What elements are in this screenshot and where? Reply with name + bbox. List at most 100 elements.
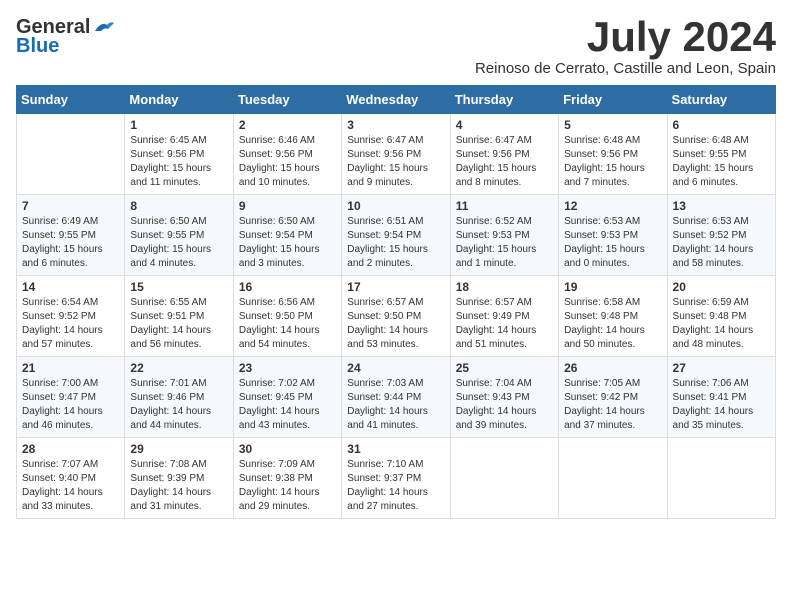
- weekday-header-monday: Monday: [125, 86, 233, 114]
- calendar-day-8: 8 Sunrise: 6:50 AM Sunset: 9:55 PM Daylig…: [125, 195, 233, 276]
- day-info: Sunrise: 6:45 AM Sunset: 9:56 PM Dayligh…: [130, 134, 227, 190]
- day-info: Sunrise: 6:58 AM Sunset: 9:48 PM Dayligh…: [564, 296, 661, 352]
- month-title: July 2024: [475, 16, 776, 58]
- calendar-table: SundayMondayTuesdayWednesdayThursdayFrid…: [16, 85, 776, 519]
- day-number: 30: [239, 442, 336, 456]
- day-number: 21: [22, 361, 119, 375]
- calendar-day-26: 26Sunrise: 7:05 AM Sunset: 9:42 PM Dayli…: [559, 357, 667, 438]
- day-number: 10: [347, 199, 444, 213]
- day-number: 6: [673, 118, 770, 132]
- day-number: 31: [347, 442, 444, 456]
- day-info: Sunrise: 7:02 AM Sunset: 9:45 PM Dayligh…: [239, 377, 336, 433]
- weekday-header-friday: Friday: [559, 86, 667, 114]
- day-info: Sunrise: 7:01 AM Sunset: 9:46 PM Dayligh…: [130, 377, 227, 433]
- day-number: 17: [347, 280, 444, 294]
- day-number: 8: [130, 199, 227, 213]
- calendar-week-1: 1Sunrise: 6:45 AM Sunset: 9:56 PM Daylig…: [17, 114, 776, 195]
- calendar-empty-cell: [450, 438, 558, 519]
- day-info: Sunrise: 6:51 AM Sunset: 9:54 PM Dayligh…: [347, 215, 444, 271]
- day-info: Sunrise: 7:08 AM Sunset: 9:39 PM Dayligh…: [130, 458, 227, 514]
- calendar-day-1: 1Sunrise: 6:45 AM Sunset: 9:56 PM Daylig…: [125, 114, 233, 195]
- logo-blue: Blue: [16, 35, 59, 58]
- day-number: 29: [130, 442, 227, 456]
- calendar-week-3: 14Sunrise: 6:54 AM Sunset: 9:52 PM Dayli…: [17, 276, 776, 357]
- day-number: 24: [347, 361, 444, 375]
- day-info: Sunrise: 6:57 AM Sunset: 9:49 PM Dayligh…: [456, 296, 553, 352]
- day-info: Sunrise: 6:47 AM Sunset: 9:56 PM Dayligh…: [456, 134, 553, 190]
- day-number: 19: [564, 280, 661, 294]
- day-info: Sunrise: 7:00 AM Sunset: 9:47 PM Dayligh…: [22, 377, 119, 433]
- calendar-day-3: 3Sunrise: 6:47 AM Sunset: 9:56 PM Daylig…: [342, 114, 450, 195]
- calendar-day-23: 23 Sunrise: 7:02 AM Sunset: 9:45 PM Dayli…: [233, 357, 341, 438]
- day-number: 26: [564, 361, 661, 375]
- calendar-day-29: 29 Sunrise: 7:08 AM Sunset: 9:39 PM Dayli…: [125, 438, 233, 519]
- day-number: 23: [239, 361, 336, 375]
- calendar-day-9: 9Sunrise: 6:50 AM Sunset: 9:54 PM Daylig…: [233, 195, 341, 276]
- calendar-day-17: 17 Sunrise: 6:57 AM Sunset: 9:50 PM Dayli…: [342, 276, 450, 357]
- day-number: 27: [673, 361, 770, 375]
- day-number: 18: [456, 280, 553, 294]
- day-number: 16: [239, 280, 336, 294]
- day-info: Sunrise: 6:50 AM Sunset: 9:55 PM Dayligh…: [130, 215, 227, 271]
- day-info: Sunrise: 6:48 AM Sunset: 9:56 PM Dayligh…: [564, 134, 661, 190]
- page-header: General Blue July 2024 Reinoso de Cerrat…: [16, 16, 776, 77]
- weekday-header-saturday: Saturday: [667, 86, 775, 114]
- day-info: Sunrise: 6:55 AM Sunset: 9:51 PM Dayligh…: [130, 296, 227, 352]
- day-number: 12: [564, 199, 661, 213]
- calendar-day-12: 12Sunrise: 6:53 AM Sunset: 9:53 PM Dayli…: [559, 195, 667, 276]
- day-info: Sunrise: 6:50 AM Sunset: 9:54 PM Dayligh…: [239, 215, 336, 271]
- calendar-day-24: 24 Sunrise: 7:03 AM Sunset: 9:44 PM Dayli…: [342, 357, 450, 438]
- calendar-empty-cell: [17, 114, 125, 195]
- calendar-empty-cell: [667, 438, 775, 519]
- calendar-day-14: 14Sunrise: 6:54 AM Sunset: 9:52 PM Dayli…: [17, 276, 125, 357]
- calendar-day-7: 7 Sunrise: 6:49 AM Sunset: 9:55 PM Daylig…: [17, 195, 125, 276]
- calendar-day-21: 21 Sunrise: 7:00 AM Sunset: 9:47 PM Dayli…: [17, 357, 125, 438]
- day-number: 22: [130, 361, 227, 375]
- calendar-day-19: 19 Sunrise: 6:58 AM Sunset: 9:48 PM Dayli…: [559, 276, 667, 357]
- day-number: 5: [564, 118, 661, 132]
- calendar-day-4: 4 Sunrise: 6:47 AM Sunset: 9:56 PM Daylig…: [450, 114, 558, 195]
- calendar-week-5: 28 Sunrise: 7:07 AM Sunset: 9:40 PM Dayli…: [17, 438, 776, 519]
- day-info: Sunrise: 6:52 AM Sunset: 9:53 PM Dayligh…: [456, 215, 553, 271]
- day-info: Sunrise: 7:04 AM Sunset: 9:43 PM Dayligh…: [456, 377, 553, 433]
- day-info: Sunrise: 6:49 AM Sunset: 9:55 PM Dayligh…: [22, 215, 119, 271]
- day-number: 28: [22, 442, 119, 456]
- calendar-day-16: 16 Sunrise: 6:56 AM Sunset: 9:50 PM Dayli…: [233, 276, 341, 357]
- logo: General Blue: [16, 16, 115, 58]
- day-info: Sunrise: 7:09 AM Sunset: 9:38 PM Dayligh…: [239, 458, 336, 514]
- calendar-day-25: 25 Sunrise: 7:04 AM Sunset: 9:43 PM Dayli…: [450, 357, 558, 438]
- calendar-week-4: 21 Sunrise: 7:00 AM Sunset: 9:47 PM Dayli…: [17, 357, 776, 438]
- weekday-header-sunday: Sunday: [17, 86, 125, 114]
- day-number: 25: [456, 361, 553, 375]
- calendar-day-10: 10 Sunrise: 6:51 AM Sunset: 9:54 PM Dayli…: [342, 195, 450, 276]
- day-info: Sunrise: 6:47 AM Sunset: 9:56 PM Dayligh…: [347, 134, 444, 190]
- day-number: 2: [239, 118, 336, 132]
- day-info: Sunrise: 7:07 AM Sunset: 9:40 PM Dayligh…: [22, 458, 119, 514]
- weekday-header-wednesday: Wednesday: [342, 86, 450, 114]
- calendar-day-20: 20Sunrise: 6:59 AM Sunset: 9:48 PM Dayli…: [667, 276, 775, 357]
- subtitle: Reinoso de Cerrato, Castille and Leon, S…: [475, 60, 776, 77]
- day-number: 13: [673, 199, 770, 213]
- day-info: Sunrise: 6:57 AM Sunset: 9:50 PM Dayligh…: [347, 296, 444, 352]
- day-number: 15: [130, 280, 227, 294]
- weekday-header-tuesday: Tuesday: [233, 86, 341, 114]
- calendar-day-28: 28 Sunrise: 7:07 AM Sunset: 9:40 PM Dayli…: [17, 438, 125, 519]
- title-block: July 2024 Reinoso de Cerrato, Castille a…: [475, 16, 776, 77]
- weekday-header-row: SundayMondayTuesdayWednesdayThursdayFrid…: [17, 86, 776, 114]
- calendar-empty-cell: [559, 438, 667, 519]
- day-number: 7: [22, 199, 119, 213]
- day-info: Sunrise: 6:53 AM Sunset: 9:52 PM Dayligh…: [673, 215, 770, 271]
- calendar-day-2: 2Sunrise: 6:46 AM Sunset: 9:56 PM Daylig…: [233, 114, 341, 195]
- calendar-day-5: 5 Sunrise: 6:48 AM Sunset: 9:56 PM Daylig…: [559, 114, 667, 195]
- day-info: Sunrise: 7:03 AM Sunset: 9:44 PM Dayligh…: [347, 377, 444, 433]
- calendar-week-2: 7 Sunrise: 6:49 AM Sunset: 9:55 PM Daylig…: [17, 195, 776, 276]
- day-info: Sunrise: 6:59 AM Sunset: 9:48 PM Dayligh…: [673, 296, 770, 352]
- day-number: 4: [456, 118, 553, 132]
- calendar-day-27: 27Sunrise: 7:06 AM Sunset: 9:41 PM Dayli…: [667, 357, 775, 438]
- day-number: 14: [22, 280, 119, 294]
- calendar-day-6: 6 Sunrise: 6:48 AM Sunset: 9:55 PM Daylig…: [667, 114, 775, 195]
- day-info: Sunrise: 6:48 AM Sunset: 9:55 PM Dayligh…: [673, 134, 770, 190]
- day-info: Sunrise: 6:56 AM Sunset: 9:50 PM Dayligh…: [239, 296, 336, 352]
- calendar-day-11: 11Sunrise: 6:52 AM Sunset: 9:53 PM Dayli…: [450, 195, 558, 276]
- calendar-day-22: 22 Sunrise: 7:01 AM Sunset: 9:46 PM Dayli…: [125, 357, 233, 438]
